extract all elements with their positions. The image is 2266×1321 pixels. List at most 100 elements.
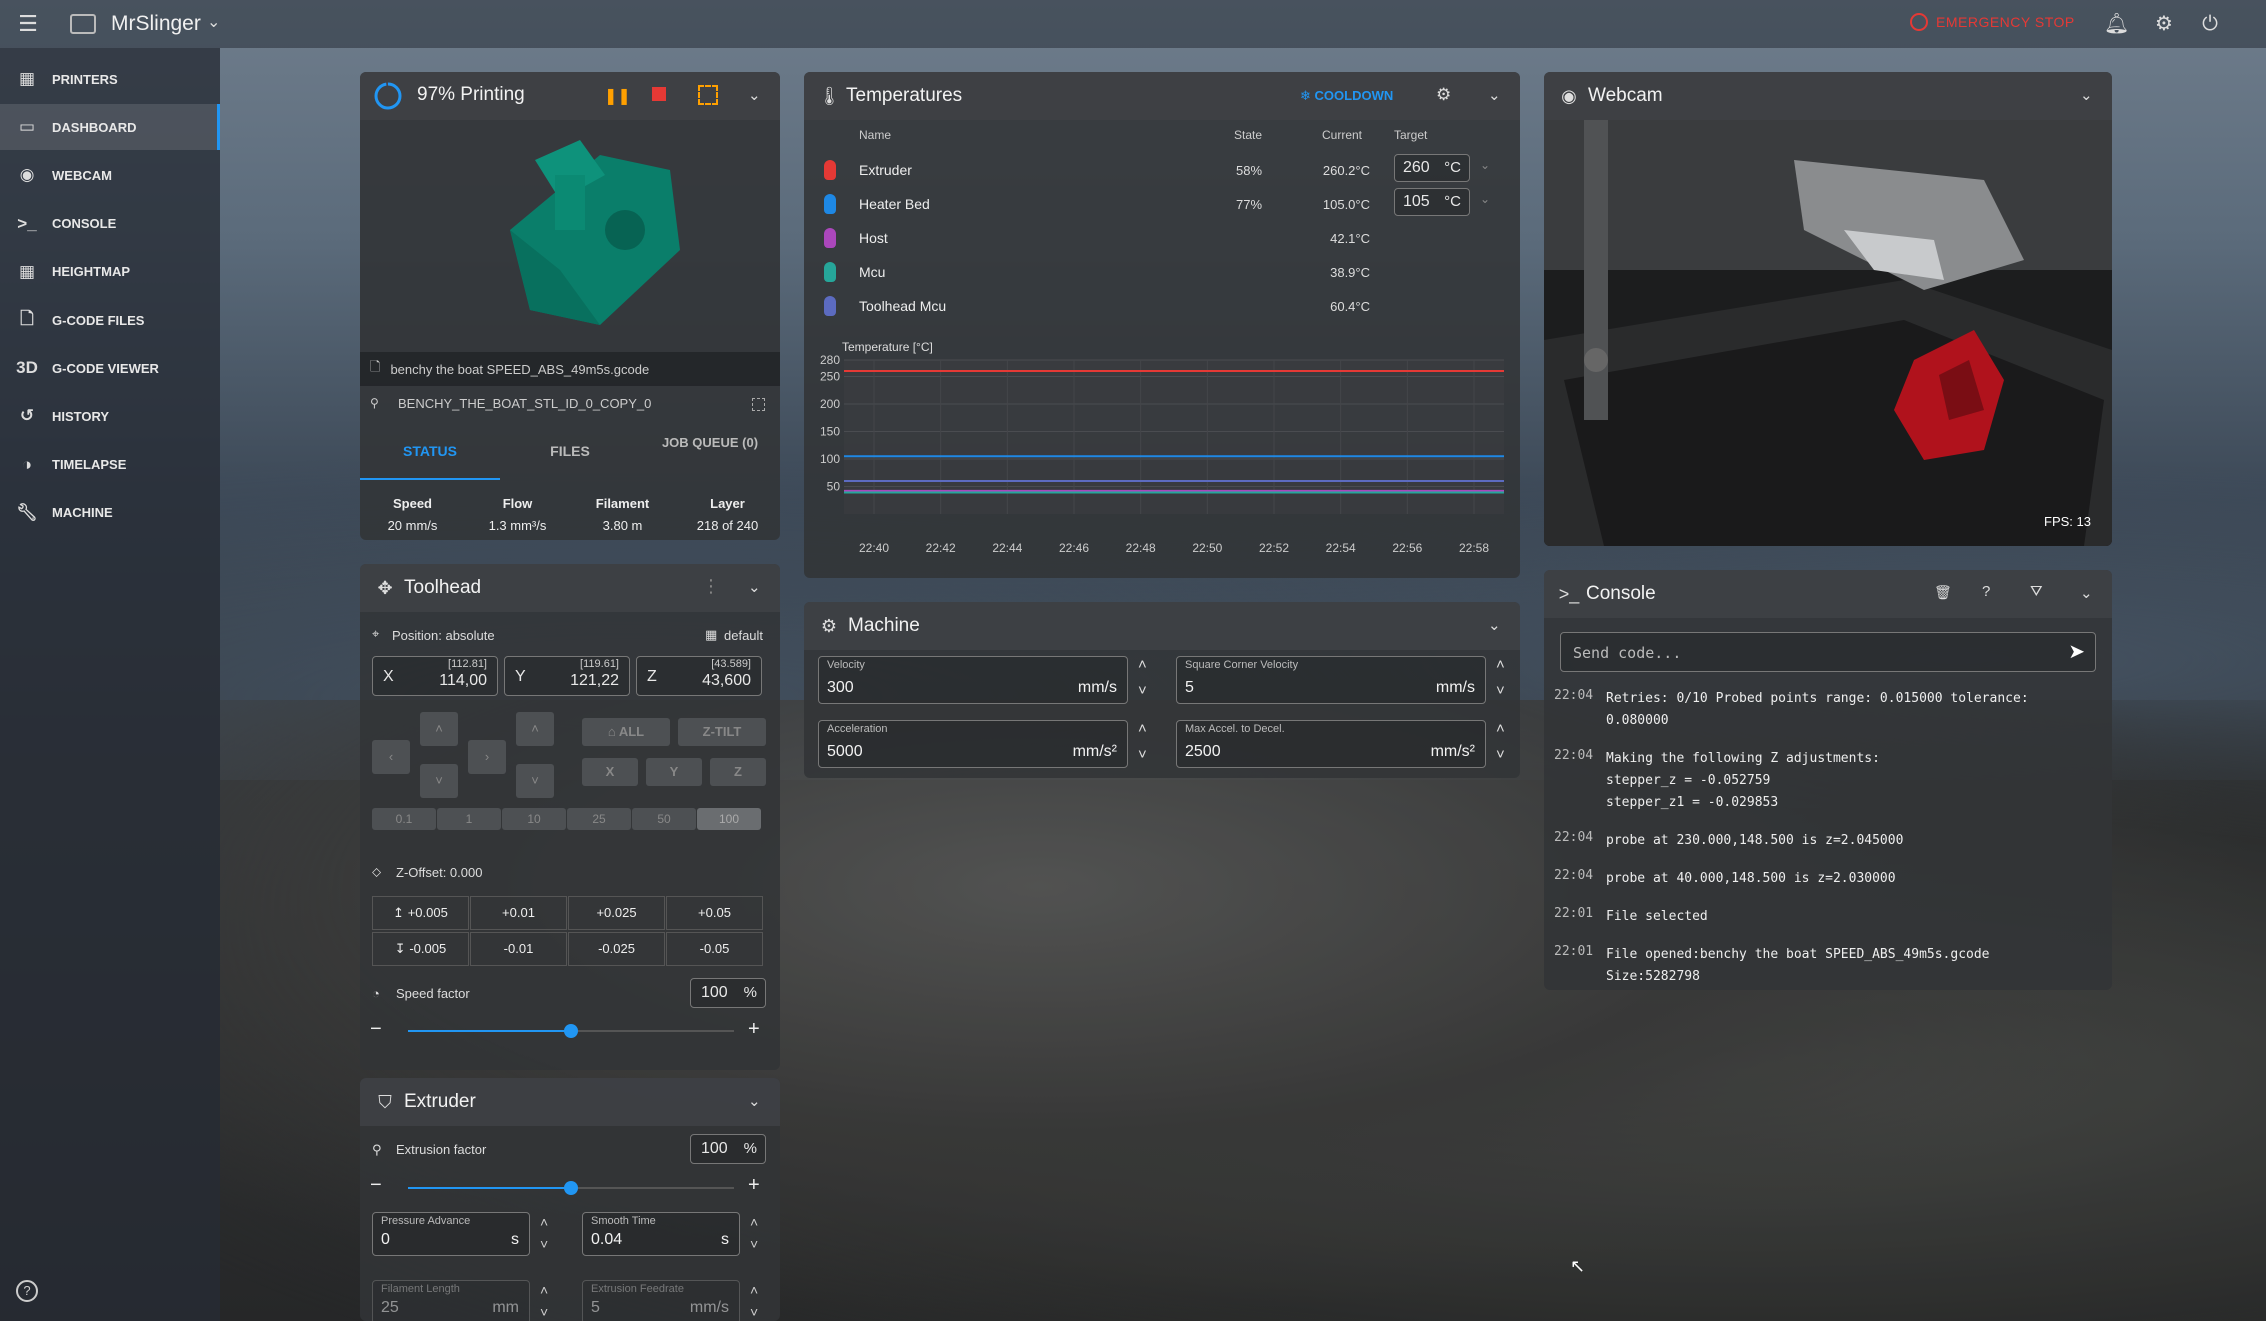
- zoffset-up-button[interactable]: ↥ +0.005: [372, 896, 469, 930]
- tab-status[interactable]: STATUS: [360, 424, 500, 480]
- collapse-chevron-icon[interactable]: ⌄: [1488, 86, 1501, 104]
- jog-y-minus-button[interactable]: ˅: [420, 764, 458, 798]
- chevron-up-icon[interactable]: ˄: [750, 1214, 758, 1230]
- extruder-field-extrusion-feedrate[interactable]: Extrusion Feedrate 5 mm/s: [582, 1280, 740, 1321]
- home-y-button[interactable]: Y: [646, 758, 702, 786]
- extruder-field-pressure-advance[interactable]: Pressure Advance 0 s: [372, 1212, 530, 1256]
- collapse-chevron-icon[interactable]: ⌄: [748, 86, 761, 104]
- app-title[interactable]: MrSlinger: [111, 12, 201, 36]
- position-x-input[interactable]: X [112.81] 114,00: [372, 656, 498, 696]
- step-size-button[interactable]: 50: [632, 808, 696, 830]
- speed-slider-thumb[interactable]: [564, 1024, 578, 1038]
- step-size-button[interactable]: 1: [437, 808, 501, 830]
- position-y-input[interactable]: Y [119.61] 121,22: [504, 656, 630, 696]
- exclude-object-icon[interactable]: [698, 85, 718, 105]
- extrusion-factor-input[interactable]: 100 %: [690, 1134, 766, 1164]
- bell-icon[interactable]: 🔔︎: [2104, 12, 2129, 36]
- collapse-chevron-icon[interactable]: ⌄: [1488, 616, 1501, 634]
- decrease-extrusion-icon[interactable]: −: [370, 1174, 382, 1197]
- position-z-input[interactable]: Z [43.589] 43,600: [636, 656, 762, 696]
- increase-extrusion-icon[interactable]: +: [748, 1174, 760, 1197]
- sidebar-item-timelapse[interactable]: ◑ TIMELAPSE: [0, 442, 220, 488]
- chevron-down-icon[interactable]: ˅: [750, 1236, 758, 1252]
- pause-icon[interactable]: ❚❚: [604, 86, 631, 106]
- speed-slider-track[interactable]: [408, 1024, 734, 1038]
- chevron-down-icon[interactable]: ˅: [1138, 746, 1147, 763]
- tab-files[interactable]: FILES: [500, 424, 640, 480]
- jog-z-minus-button[interactable]: ˅: [516, 764, 554, 798]
- sensor-color-icon[interactable]: [824, 160, 836, 180]
- step-size-button[interactable]: 10: [502, 808, 566, 830]
- chevron-up-icon[interactable]: ˄: [1496, 656, 1505, 673]
- target-temp-input[interactable]: 105 °C: [1394, 188, 1470, 216]
- zoffset-down-button[interactable]: -0.05: [666, 932, 763, 966]
- collapse-chevron-icon[interactable]: ⌄: [748, 578, 761, 596]
- chevron-up-icon[interactable]: ˄: [1496, 720, 1505, 737]
- object-select-icon[interactable]: [752, 398, 765, 411]
- zoffset-up-button[interactable]: +0.025: [568, 896, 665, 930]
- collapse-chevron-icon[interactable]: ⌄: [2080, 584, 2093, 602]
- zoffset-down-button[interactable]: ↧ -0.005: [372, 932, 469, 966]
- target-temp-input[interactable]: 260 °C: [1394, 154, 1470, 182]
- collapse-chevron-icon[interactable]: ⌄: [748, 1092, 761, 1110]
- step-size-button[interactable]: 0.1: [372, 808, 436, 830]
- zoffset-down-button[interactable]: -0.025: [568, 932, 665, 966]
- help-icon[interactable]: ?: [16, 1280, 38, 1302]
- collapse-chevron-icon[interactable]: ⌄: [2080, 86, 2093, 104]
- extrusion-slider-thumb[interactable]: [564, 1181, 578, 1195]
- sensor-color-icon[interactable]: [824, 262, 836, 282]
- sidebar-item-dashboard[interactable]: ▭ DASHBOARD: [0, 104, 220, 151]
- chevron-down-icon[interactable]: ⌄: [207, 12, 220, 32]
- cooldown-button[interactable]: ❄ COOLDOWN: [1300, 88, 1393, 104]
- sidebar-item-g-code-files[interactable]: 🗋 G-CODE FILES: [0, 297, 220, 343]
- extruder-field-smooth-time[interactable]: Smooth Time 0.04 s: [582, 1212, 740, 1256]
- more-vert-icon[interactable]: ⋮: [702, 576, 720, 597]
- jog-x-plus-button[interactable]: ›: [468, 740, 506, 774]
- increase-speed-icon[interactable]: +: [748, 1018, 760, 1041]
- machine-field-acceleration[interactable]: Acceleration 5000 mm/s²: [818, 720, 1128, 768]
- speed-factor-input[interactable]: 100 %: [690, 978, 766, 1008]
- home-all-button[interactable]: ⌂ ALL: [582, 718, 670, 746]
- sidebar-item-machine[interactable]: 🔧︎ MACHINE: [0, 490, 220, 536]
- chevron-up-icon[interactable]: ˄: [750, 1282, 758, 1298]
- sidebar-item-webcam[interactable]: ◉ WEBCAM: [0, 152, 220, 198]
- tab-job-queue[interactable]: JOB QUEUE (0): [650, 434, 770, 451]
- chevron-down-icon[interactable]: ˅: [750, 1304, 758, 1320]
- sidebar-item-console[interactable]: >_ CONSOLE: [0, 201, 220, 247]
- settings-icon[interactable]: ⚙: [2152, 12, 2176, 36]
- extruder-field-filament-length[interactable]: Filament Length 25 mm: [372, 1280, 530, 1321]
- console-input[interactable]: Send code... ➤: [1560, 632, 2096, 672]
- ztilt-button[interactable]: Z-TILT: [678, 718, 766, 746]
- help-icon[interactable]: ?: [1982, 583, 1990, 600]
- stop-icon[interactable]: [652, 87, 666, 101]
- chevron-down-icon[interactable]: ˅: [540, 1304, 548, 1320]
- machine-field-square-corner-velocity[interactable]: Square Corner Velocity 5 mm/s: [1176, 656, 1486, 704]
- chevron-down-icon[interactable]: ˅: [1496, 746, 1505, 763]
- power-icon[interactable]: ⏻: [2198, 12, 2222, 36]
- sidebar-item-heightmap[interactable]: ▦ HEIGHTMAP: [0, 249, 220, 295]
- zoffset-up-button[interactable]: +0.01: [470, 896, 567, 930]
- chevron-down-icon[interactable]: ⌄: [1480, 158, 1490, 172]
- jog-y-plus-button[interactable]: ˄: [420, 712, 458, 746]
- settings-icon[interactable]: ⚙: [1436, 85, 1451, 105]
- sidebar-item-history[interactable]: ↺ HISTORY: [0, 393, 220, 439]
- jog-z-plus-button[interactable]: ˄: [516, 712, 554, 746]
- decrease-speed-icon[interactable]: −: [370, 1018, 382, 1041]
- zoffset-down-button[interactable]: -0.01: [470, 932, 567, 966]
- zoffset-up-button[interactable]: +0.05: [666, 896, 763, 930]
- chevron-down-icon[interactable]: ˅: [540, 1236, 548, 1252]
- machine-field-velocity[interactable]: Velocity 300 mm/s: [818, 656, 1128, 704]
- emergency-stop-button[interactable]: EMERGENCY STOP: [1910, 13, 2075, 31]
- chevron-up-icon[interactable]: ˄: [540, 1214, 548, 1230]
- delete-icon[interactable]: 🗑︎: [1934, 584, 1952, 601]
- chevron-up-icon[interactable]: ˄: [1138, 656, 1147, 673]
- home-x-button[interactable]: X: [582, 758, 638, 786]
- send-icon[interactable]: ➤: [2068, 639, 2085, 664]
- chevron-down-icon[interactable]: ˅: [1138, 682, 1147, 699]
- menu-icon[interactable]: ☰: [16, 12, 40, 36]
- chevron-up-icon[interactable]: ˄: [540, 1282, 548, 1298]
- sensor-color-icon[interactable]: [824, 228, 836, 248]
- chevron-down-icon[interactable]: ⌄: [1480, 192, 1490, 206]
- sensor-color-icon[interactable]: [824, 194, 836, 214]
- jog-x-minus-button[interactable]: ‹: [372, 740, 410, 774]
